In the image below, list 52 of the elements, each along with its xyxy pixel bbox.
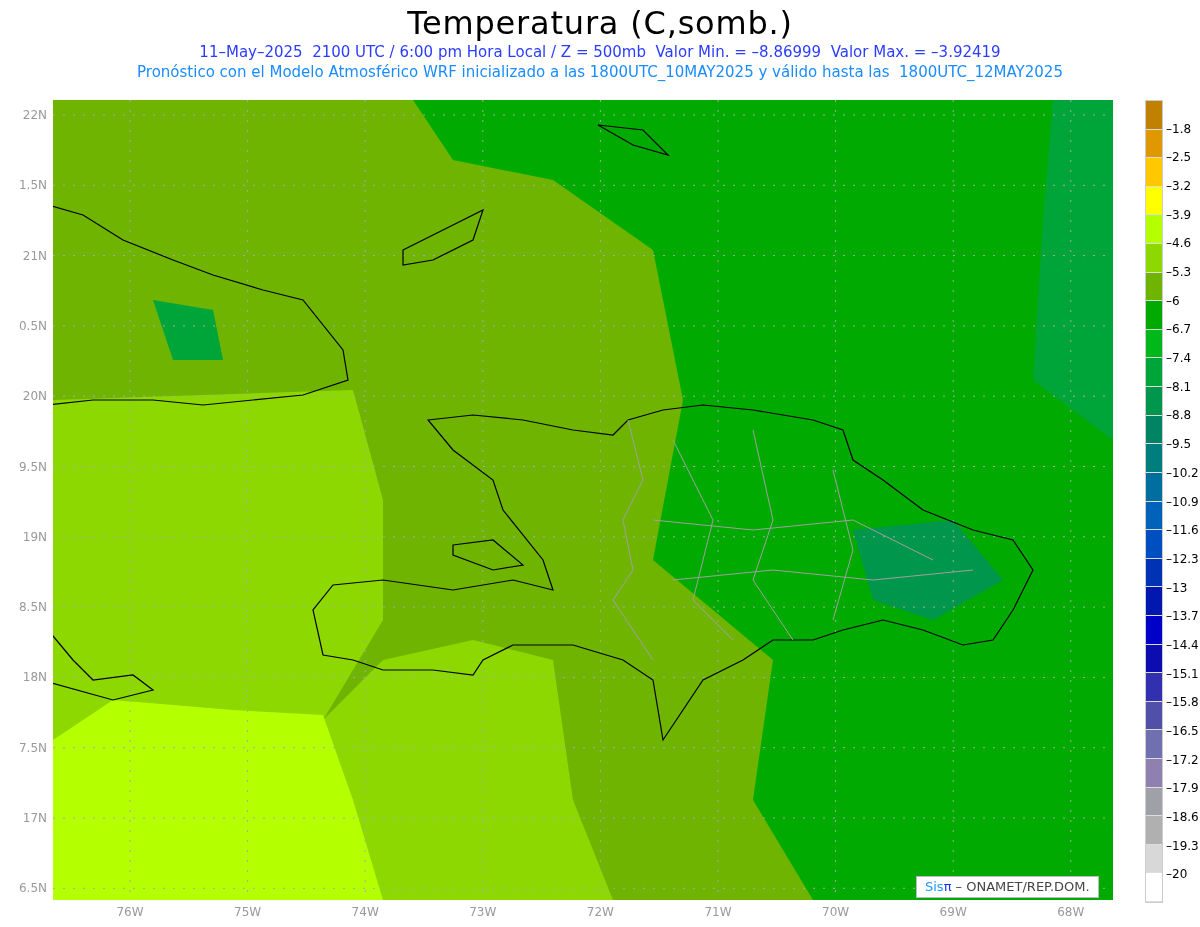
longitude-label: 76W	[116, 905, 144, 919]
colorbar-label: –10.2	[1166, 465, 1199, 480]
latitude-label: 20N	[22, 389, 47, 404]
latitude-label: 17N	[22, 811, 47, 825]
latitude-label: 7.5N	[18, 740, 47, 755]
colorbar-label: –2.5	[1166, 150, 1192, 165]
colorbar-label: –8.8	[1166, 408, 1192, 423]
latitude-label: 21N	[22, 248, 47, 263]
longitude-label: 72W	[586, 905, 614, 919]
colorbar-label: –6	[1166, 293, 1180, 308]
latitude-label: 6.5N	[18, 881, 47, 896]
colorbar-label: –3.9	[1166, 207, 1192, 222]
latitude-label: 18N	[22, 670, 47, 685]
longitude-label: 68W	[1057, 905, 1085, 919]
colorbar-label: –15.8	[1166, 695, 1199, 710]
colorbar-label: –10.9	[1166, 494, 1199, 509]
latitude-label: 0.5N	[18, 318, 47, 333]
model-description: Pronóstico con el Modelo Atmosférico WRF inicializado a las 1800UTC_10MAY2025 y válido hasta las 1800UTC_12MAY2025	[137, 62, 1063, 82]
credit-label: Sisπ – ONAMET/REP.DOM.	[916, 876, 1099, 898]
colorbar-label: –13.7	[1166, 609, 1199, 624]
colorbar-label: –9.5	[1166, 437, 1192, 452]
colorbar-label: –17.9	[1166, 781, 1199, 796]
colorbar-label: –14.4	[1166, 637, 1199, 652]
colorbar-label: –16.5	[1166, 723, 1199, 738]
colorbar-label: –13	[1166, 580, 1188, 595]
longitude-label: 69W	[939, 905, 967, 919]
latitude-label: 8.5N	[18, 600, 47, 615]
latitude-label: 19N	[22, 529, 47, 544]
colorbar-label: –3.2	[1166, 179, 1192, 194]
chart-title: Temperatura (C,somb.)	[407, 4, 793, 42]
latitude-label: 22N	[22, 108, 47, 122]
colorbar-label: –17.2	[1166, 752, 1199, 767]
longitude-label: 71W	[704, 905, 732, 919]
longitude-label: 73W	[469, 905, 497, 919]
colorbar-label: –12.3	[1166, 551, 1199, 566]
colorbar-label: –20	[1166, 867, 1188, 882]
colorbar-label: –7.4	[1166, 351, 1192, 366]
latitude-label: 1.5N	[18, 178, 47, 193]
colorbar-label: –19.3	[1166, 838, 1199, 853]
colorbar-label: –4.6	[1166, 236, 1192, 251]
latitude-label: 9.5N	[18, 459, 47, 474]
colorbar-label: –6.7	[1166, 322, 1192, 337]
colorbar-label: –1.8	[1166, 121, 1192, 136]
colorbar-label: –8.1	[1166, 379, 1192, 394]
forecast-info: 11–May–2025 2100 UTC / 6:00 pm Hora Local / Z = 500mb Valor Min. = –8.86999 Valor Max. = –3.92419	[199, 42, 1001, 62]
colorbar-label: –18.6	[1166, 809, 1199, 824]
colorbar-label: –11.6	[1166, 523, 1199, 538]
longitude-label: 70W	[822, 905, 850, 919]
longitude-label: 75W	[234, 905, 262, 919]
colorbar-label: –5.3	[1166, 265, 1192, 280]
colorbar-label: –15.1	[1166, 666, 1199, 681]
longitude-label: 74W	[351, 905, 379, 919]
